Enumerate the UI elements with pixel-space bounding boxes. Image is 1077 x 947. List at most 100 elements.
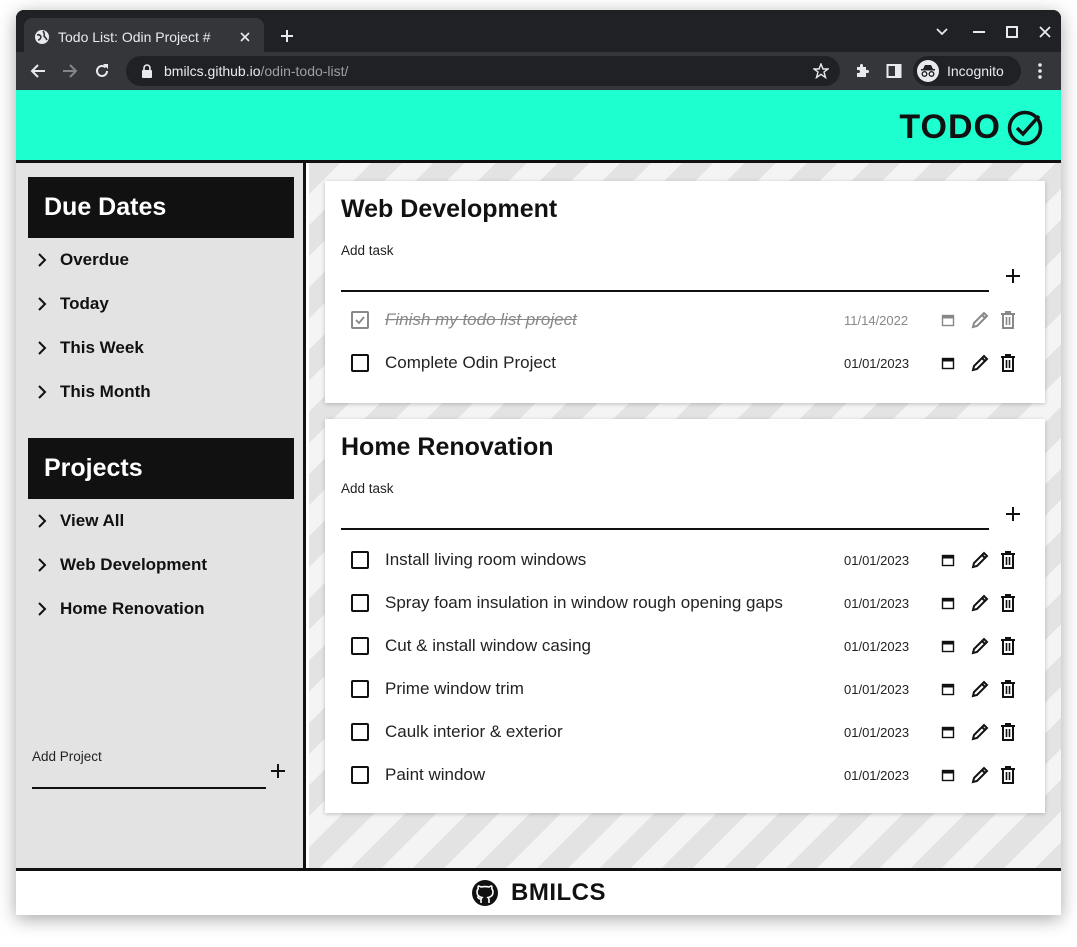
sidebar-item-web-development[interactable]: Web Development [34, 551, 207, 579]
check-circle-icon [1007, 110, 1043, 145]
back-icon[interactable] [24, 57, 52, 85]
pencil-icon[interactable] [969, 309, 991, 331]
task-name: Finish my todo list project [385, 310, 577, 329]
menu-kebab-icon[interactable] [1026, 57, 1054, 85]
task-name: Paint window [385, 765, 486, 784]
chevron-right-icon [38, 602, 47, 616]
pencil-icon[interactable] [969, 678, 991, 700]
task-date[interactable]: 01/01/2023 [844, 553, 909, 568]
task-date[interactable]: 01/01/2023 [844, 682, 909, 697]
pencil-icon[interactable] [969, 549, 991, 571]
page: TODO Due Dates Overdue Today This Week T… [16, 90, 1061, 915]
incognito-label: Incognito [947, 63, 1004, 79]
task-checkbox[interactable] [351, 551, 369, 569]
chevron-right-icon [38, 297, 47, 311]
calendar-icon[interactable] [941, 553, 955, 567]
pencil-icon[interactable] [969, 721, 991, 743]
task-row: Spray foam insulation in window rough op… [341, 582, 1031, 625]
extensions-icon[interactable] [848, 57, 876, 85]
sidebar-item-label: Today [60, 294, 109, 313]
calendar-icon[interactable] [941, 768, 955, 782]
globe-icon [35, 30, 49, 44]
trash-icon[interactable] [997, 678, 1019, 700]
trash-icon[interactable] [997, 309, 1019, 331]
reload-icon[interactable] [88, 57, 116, 85]
new-tab-button[interactable] [274, 23, 300, 49]
add-task-input[interactable] [341, 290, 989, 292]
sidebar-item-today[interactable]: Today [34, 290, 109, 318]
task-date[interactable]: 01/01/2023 [844, 356, 909, 371]
task-checkbox[interactable] [351, 594, 369, 612]
task-checkbox[interactable] [351, 354, 369, 372]
task-date[interactable]: 01/01/2023 [844, 768, 909, 783]
trash-icon[interactable] [997, 549, 1019, 571]
task-date[interactable]: 01/01/2023 [844, 596, 909, 611]
incognito-icon [917, 60, 939, 82]
project-title: Web Development [341, 195, 558, 223]
add-task-label: Add task [341, 481, 394, 496]
app-footer: BMILCS [16, 868, 1061, 915]
task-checkbox[interactable] [351, 723, 369, 741]
footer-author[interactable]: BMILCS [511, 879, 606, 907]
pencil-icon[interactable] [969, 592, 991, 614]
browser-tab[interactable]: Todo List: Odin Project # [24, 18, 264, 56]
task-date[interactable]: 01/01/2023 [844, 639, 909, 654]
task-checkbox[interactable] [351, 680, 369, 698]
sidebar-item-this-month[interactable]: This Month [34, 378, 151, 406]
add-task-label: Add task [341, 243, 394, 258]
sidebar-item-label: Overdue [60, 250, 129, 269]
github-icon[interactable] [471, 879, 499, 907]
sidebar-item-view-all[interactable]: View All [34, 507, 124, 535]
task-name: Caulk interior & exterior [385, 722, 563, 741]
incognito-badge[interactable]: Incognito [913, 56, 1021, 86]
task-row: Finish my todo list project 11/14/2022 [341, 299, 1031, 342]
calendar-icon[interactable] [941, 725, 955, 739]
task-row: Caulk interior & exterior 01/01/2023 [341, 711, 1031, 754]
trash-icon[interactable] [997, 764, 1019, 786]
calendar-icon[interactable] [941, 356, 955, 370]
browser-toolbar: bmilcs.github.io/odin-todo-list/ Incogni… [16, 52, 1061, 90]
sidebar-item-home-renovation[interactable]: Home Renovation [34, 595, 205, 623]
tab-strip: Todo List: Odin Project # [16, 10, 1061, 56]
trash-icon[interactable] [997, 352, 1019, 374]
calendar-icon[interactable] [941, 682, 955, 696]
lock-icon [142, 64, 152, 78]
pencil-icon[interactable] [969, 764, 991, 786]
bookmark-star-icon[interactable] [810, 60, 832, 82]
add-project-label: Add Project [32, 749, 102, 764]
trash-icon[interactable] [997, 592, 1019, 614]
forward-icon[interactable] [56, 57, 84, 85]
task-row: Complete Odin Project 01/01/2023 [341, 342, 1031, 385]
add-task-input[interactable] [341, 528, 989, 530]
maximize-icon[interactable] [998, 18, 1026, 46]
trash-icon[interactable] [997, 635, 1019, 657]
calendar-icon[interactable] [941, 313, 955, 327]
sidebar-item-label: Home Renovation [60, 599, 205, 618]
task-date[interactable]: 11/14/2022 [844, 313, 908, 328]
close-window-icon[interactable] [1031, 18, 1059, 46]
pencil-icon[interactable] [969, 352, 991, 374]
add-project-input[interactable] [32, 787, 266, 789]
add-task-plus-icon[interactable] [1003, 504, 1023, 524]
close-tab-icon[interactable] [236, 28, 254, 46]
add-project-plus-icon[interactable] [268, 761, 288, 781]
task-row: Prime window trim 01/01/2023 [341, 668, 1031, 711]
sidebar-item-this-week[interactable]: This Week [34, 334, 144, 362]
address-bar[interactable]: bmilcs.github.io/odin-todo-list/ [126, 56, 840, 86]
task-checkbox[interactable] [351, 637, 369, 655]
calendar-icon[interactable] [941, 596, 955, 610]
task-date[interactable]: 01/01/2023 [844, 725, 909, 740]
minimize-icon[interactable] [965, 18, 993, 46]
brand-logo[interactable]: TODO [899, 108, 1043, 147]
tab-search-icon[interactable] [928, 18, 956, 46]
task-checkbox[interactable] [351, 311, 369, 329]
sidebar-item-overdue[interactable]: Overdue [34, 246, 129, 274]
add-task-plus-icon[interactable] [1003, 266, 1023, 286]
trash-icon[interactable] [997, 721, 1019, 743]
browser-window: Todo List: Odin Project # bmilcs.github.… [16, 10, 1061, 915]
calendar-icon[interactable] [941, 639, 955, 653]
side-panel-icon[interactable] [880, 57, 908, 85]
project-title: Home Renovation [341, 433, 554, 461]
task-checkbox[interactable] [351, 766, 369, 784]
pencil-icon[interactable] [969, 635, 991, 657]
